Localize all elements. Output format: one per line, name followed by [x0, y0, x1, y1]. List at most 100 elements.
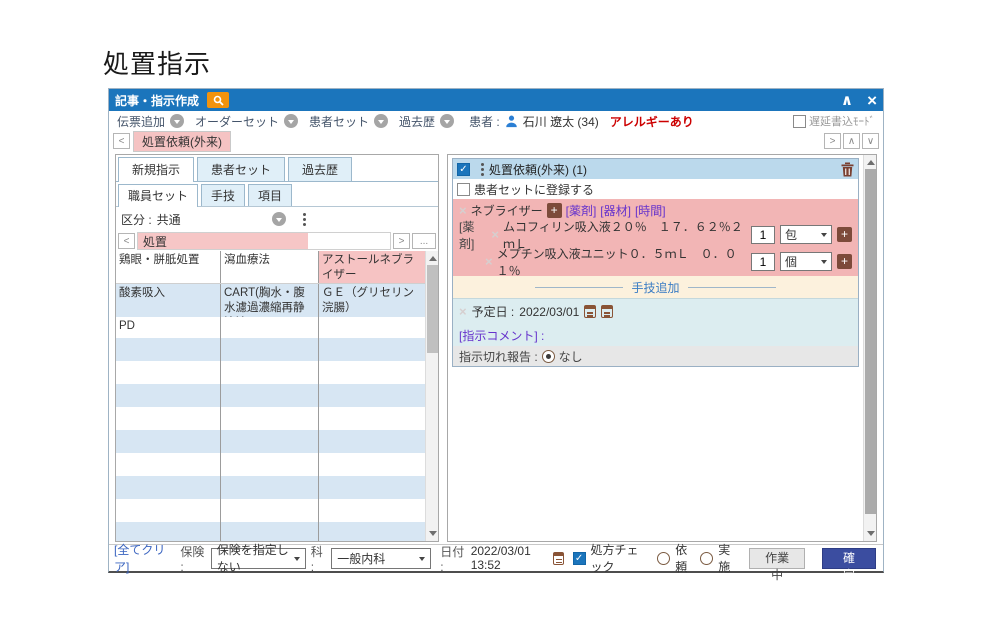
table-cell[interactable]: 酸素吸入	[116, 284, 221, 317]
breadcrumb-item-treatment[interactable]: 処置	[138, 233, 308, 249]
scroll-down-icon[interactable]	[864, 528, 877, 541]
close-window-button[interactable]: ×	[867, 92, 877, 109]
table-row: PD	[116, 317, 425, 338]
scroll-up-icon[interactable]	[864, 155, 877, 168]
confirm-button[interactable]: 確定	[822, 548, 876, 569]
chevron-down-icon	[419, 557, 425, 564]
tab-move-up-button[interactable]: ∧	[843, 133, 860, 149]
add-slip-dropdown-icon[interactable]	[170, 114, 184, 128]
breadcrumb-forward-button[interactable]: >	[393, 233, 410, 249]
table-row	[116, 407, 425, 430]
drug-unit-select[interactable]: 包	[780, 225, 832, 244]
scrollbar-thumb[interactable]	[865, 169, 876, 514]
breadcrumb-back-button[interactable]: <	[118, 233, 135, 249]
drug-quantity-input[interactable]	[751, 253, 775, 271]
scroll-down-icon[interactable]	[426, 528, 439, 541]
drug-name: メプチン吸入液ユニット０．５ｍＬ ０．０１％	[497, 245, 747, 279]
scroll-up-icon[interactable]	[426, 251, 439, 264]
history-dropdown-icon[interactable]	[440, 114, 454, 128]
delay-write-checkbox[interactable]	[793, 115, 806, 128]
window-title: 記事・指示作成	[115, 92, 199, 109]
tab-treatment-request[interactable]: 処置依頼(外来)	[133, 131, 231, 152]
insurance-value: 保険を指定しない	[217, 541, 294, 575]
order-set-dropdown-icon[interactable]	[284, 114, 298, 128]
remove-drug-icon[interactable]: ×	[491, 227, 499, 242]
history-button[interactable]: 過去歴	[399, 113, 435, 130]
patient-set-button[interactable]: 患者セット	[309, 113, 369, 130]
table-cell[interactable]: CART(胸水・腹水濾過濃縮再静注法)	[221, 284, 319, 317]
bottom-bar: [全てクリア] 保険 : 保険を指定しない 科 : 一般内科 日付 : 2022…	[109, 544, 883, 571]
table-cell-selected[interactable]: アストールネブライザー	[319, 251, 425, 283]
table-row	[116, 338, 425, 361]
date-calendar-icon[interactable]	[553, 552, 563, 565]
main-area: 新規指示 患者セット 過去歴 職員セット 手技 項目 区分 : 共通 < 処置	[109, 151, 883, 544]
tab-past-history[interactable]: 過去歴	[288, 157, 352, 181]
table-cell[interactable]: PD	[116, 317, 221, 338]
add-drug-button[interactable]: +	[837, 227, 852, 242]
insurance-label: 保険 :	[180, 543, 205, 574]
add-drug-button[interactable]: +	[837, 254, 852, 269]
collapse-window-button[interactable]: ∧	[841, 93, 853, 108]
right-panel-scrollbar[interactable]	[863, 155, 876, 541]
scrollbar-thumb[interactable]	[427, 265, 438, 353]
tab-scroll-left-button[interactable]: <	[113, 133, 130, 149]
window-titlebar: 記事・指示作成 ∧ ×	[109, 89, 883, 111]
drug-unit-select[interactable]: 個	[780, 252, 832, 271]
remove-schedule-icon[interactable]: ×	[459, 304, 467, 319]
patient-set-dropdown-icon[interactable]	[374, 114, 388, 128]
calendar-edit-icon[interactable]	[601, 305, 613, 318]
rx-check-checkbox[interactable]: ✓	[573, 552, 586, 565]
tab-move-down-button[interactable]: ∨	[862, 133, 879, 149]
table-cell[interactable]: ＧＥ（グリセリン浣腸）	[319, 284, 425, 317]
add-detail-button[interactable]: +	[547, 203, 562, 218]
table-row	[116, 453, 425, 476]
register-patient-set-checkbox[interactable]	[457, 183, 470, 196]
table-cell[interactable]: 瀉血療法	[221, 251, 319, 283]
add-technique-link[interactable]: 手技追加	[631, 279, 679, 296]
category-dropdown-icon[interactable]	[272, 212, 286, 226]
search-button[interactable]	[207, 92, 229, 108]
order-select-checkbox[interactable]: ✓	[457, 163, 470, 176]
time-detail-link[interactable]: [時間]	[635, 202, 666, 219]
table-row	[116, 522, 425, 541]
left-table-scrollbar[interactable]	[425, 251, 438, 541]
insurance-select[interactable]: 保険を指定しない	[211, 548, 306, 569]
tab-item[interactable]: 項目	[248, 184, 292, 206]
instruction-comment-link[interactable]: [指示コメント] :	[459, 327, 544, 344]
execute-radio[interactable]	[700, 552, 713, 565]
patient-name: 石川 遼太 (34)	[523, 113, 599, 130]
delete-order-button[interactable]	[841, 162, 854, 177]
table-row	[116, 384, 425, 407]
clear-all-link[interactable]: [全てクリア]	[114, 541, 169, 575]
department-value: 一般内科	[337, 550, 385, 567]
remove-drug-icon[interactable]: ×	[485, 254, 493, 269]
trash-icon	[841, 162, 854, 177]
drug-detail-link[interactable]: [薬剤]	[566, 202, 597, 219]
remove-procedure-icon[interactable]: ×	[459, 203, 467, 218]
tab-patient-set[interactable]: 患者セット	[197, 157, 285, 181]
add-slip-button[interactable]: 伝票追加	[117, 113, 165, 130]
department-select[interactable]: 一般内科	[331, 548, 431, 569]
breadcrumb-more-button[interactable]: ...	[412, 233, 436, 249]
divider-line	[688, 287, 776, 288]
tab-staff-set[interactable]: 職員セット	[118, 184, 198, 207]
expiry-none-radio[interactable]	[542, 350, 555, 363]
drug-quantity-input[interactable]	[751, 226, 775, 244]
calendar-icon[interactable]	[584, 305, 596, 318]
working-button[interactable]: 作業中	[749, 548, 805, 569]
category-menu-icon[interactable]	[303, 213, 306, 226]
equipment-detail-link[interactable]: [器材]	[600, 202, 631, 219]
table-cell[interactable]	[319, 317, 425, 338]
tab-technique[interactable]: 手技	[201, 184, 245, 206]
table-cell[interactable]: 鶏眼・胼胝処置	[116, 251, 221, 283]
table-row	[116, 499, 425, 522]
date-label: 日付 :	[440, 543, 465, 574]
search-icon	[213, 95, 224, 106]
order-menu-icon[interactable]	[481, 163, 484, 176]
request-radio[interactable]	[657, 552, 670, 565]
table-cell[interactable]	[221, 317, 319, 338]
tab-scroll-right-button[interactable]: >	[824, 133, 841, 149]
order-set-button[interactable]: オーダーセット	[195, 113, 279, 130]
tab-new-order[interactable]: 新規指示	[118, 157, 194, 182]
add-technique-row: 手技追加	[453, 276, 858, 298]
